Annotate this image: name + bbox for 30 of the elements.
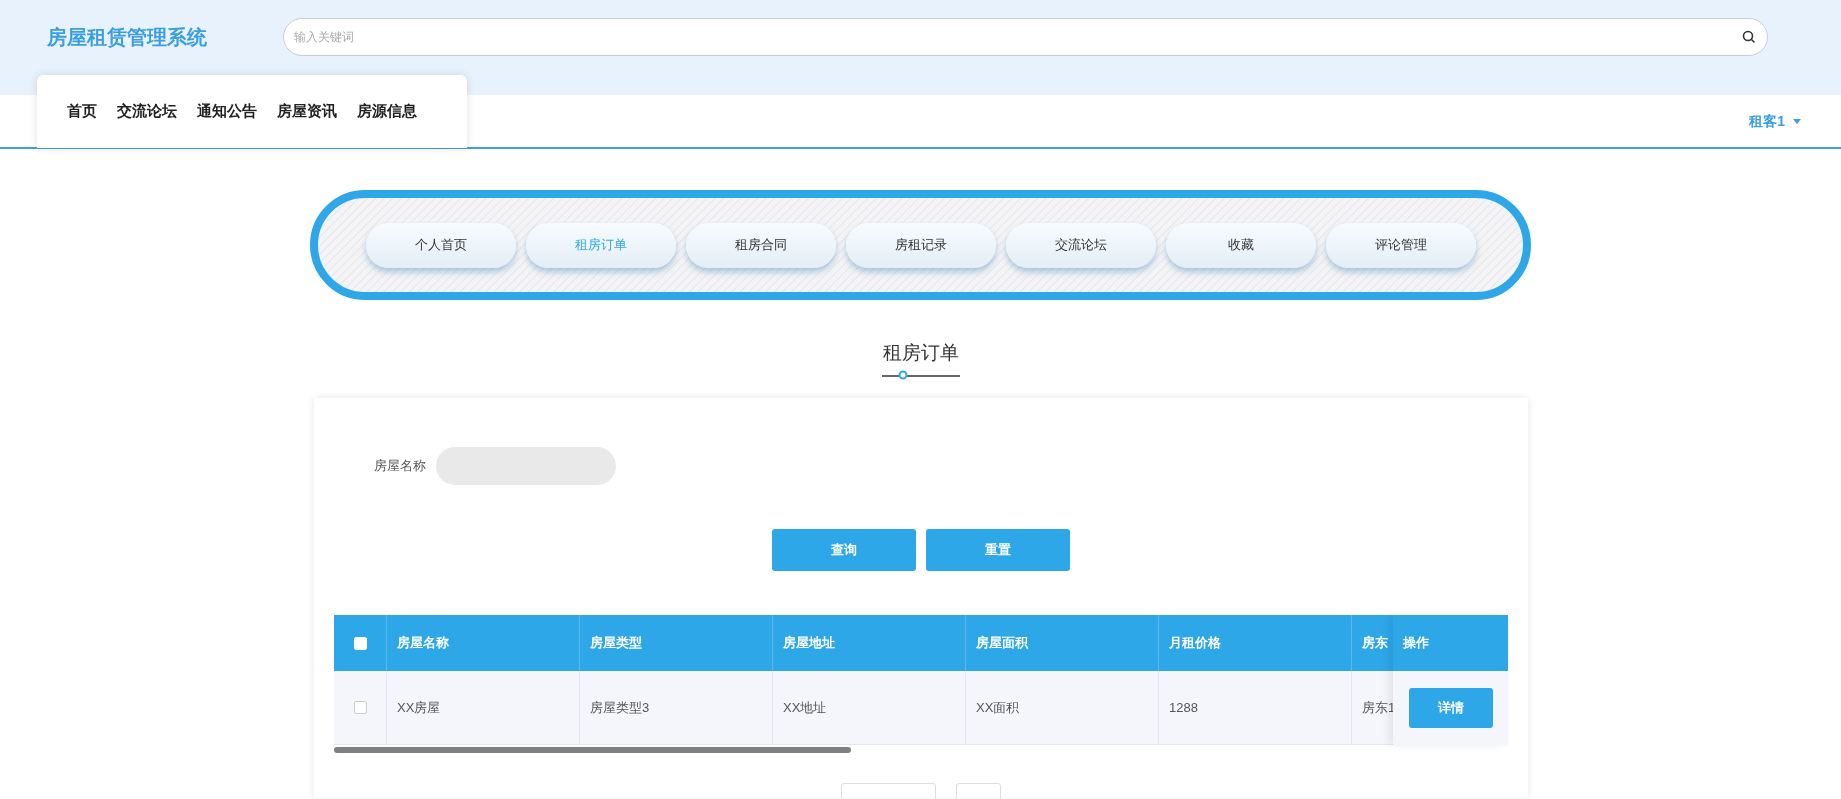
table-header-cell-text: 房屋面积 xyxy=(976,634,1028,653)
field-label: 房屋名称 xyxy=(374,457,426,476)
tab[interactable]: 评论管理 xyxy=(1325,222,1476,268)
table-header-cell-text: 月租价格 xyxy=(1169,634,1221,653)
table-header-cell-text: 房屋名称 xyxy=(397,634,449,653)
table-cell-text: 房屋类型3 xyxy=(590,698,650,717)
checkbox[interactable] xyxy=(353,701,367,714)
nav-link[interactable]: 首页 xyxy=(67,100,97,123)
table-header-cell-text: 房屋类型 xyxy=(590,634,642,653)
nav-link[interactable]: 交流论坛 xyxy=(117,100,177,123)
table-cell-text: XX面积 xyxy=(976,698,1020,717)
table-cell-text: XX房屋 xyxy=(397,698,441,717)
tab[interactable]: 房租记录 xyxy=(845,222,996,268)
table-cell-text: XX地址 xyxy=(783,698,827,717)
tab[interactable]: 收藏 xyxy=(1165,222,1316,268)
nav-link[interactable]: 通知公告 xyxy=(197,100,257,123)
tab[interactable]: 个人首页 xyxy=(365,222,516,268)
table-header-cell-text: 房屋地址 xyxy=(783,634,835,653)
table-header-cell: 操作 xyxy=(1393,615,1508,671)
search-field[interactable]: 输入关键词 xyxy=(283,18,1768,56)
nav-link[interactable]: 房源信息 xyxy=(357,100,417,123)
nav-link[interactable]: 房屋资讯 xyxy=(277,100,337,123)
caret-icon xyxy=(1793,118,1801,124)
tab[interactable]: 交流论坛 xyxy=(1005,222,1156,268)
table-cell-text: 1288 xyxy=(1169,698,1198,717)
search-icon[interactable] xyxy=(1742,30,1756,44)
tab[interactable]: 租房合同 xyxy=(685,222,836,268)
table-header-cell-text: 房东 xyxy=(1362,634,1388,653)
page-title: 租房订单 xyxy=(882,341,959,365)
scrollbar-thumb[interactable] xyxy=(334,747,851,753)
